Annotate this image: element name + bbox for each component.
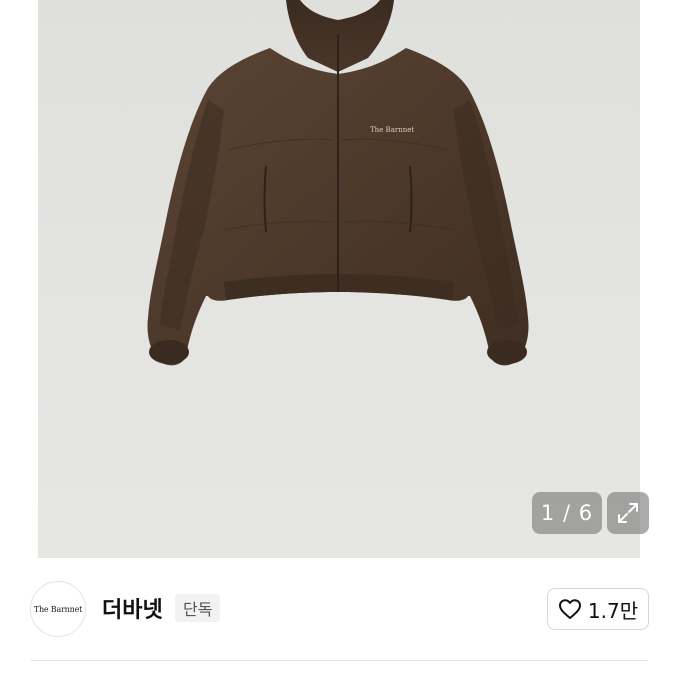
product-photo[interactable]: The Barnnet: [38, 0, 640, 558]
expand-image-button[interactable]: [607, 492, 649, 534]
like-button[interactable]: 1.7만: [547, 588, 649, 630]
product-image-gallery[interactable]: The Barnnet 1 / 6: [0, 0, 678, 558]
image-counter: 1 / 6: [532, 492, 602, 534]
jacket-illustration: The Barnnet: [147, 0, 529, 366]
shop-logo-text: The Barnnet: [33, 604, 83, 614]
expand-icon: [618, 503, 638, 523]
shop-logo[interactable]: The Barnnet: [30, 581, 86, 637]
like-count: 1.7만: [587, 598, 639, 623]
section-divider: [30, 660, 648, 661]
jacket-logo-text: The Barnnet: [370, 126, 414, 134]
shop-info-row: The Barnnet 더바넷 단독 1.7만: [0, 558, 678, 662]
shop-name[interactable]: 더바넷: [102, 592, 163, 624]
product-page: The Barnnet 1 / 6 The Barnnet 더바넷 단독 1.7…: [0, 0, 678, 678]
heart-outline-icon: [558, 599, 581, 619]
exclusive-badge: 단독: [175, 594, 221, 622]
